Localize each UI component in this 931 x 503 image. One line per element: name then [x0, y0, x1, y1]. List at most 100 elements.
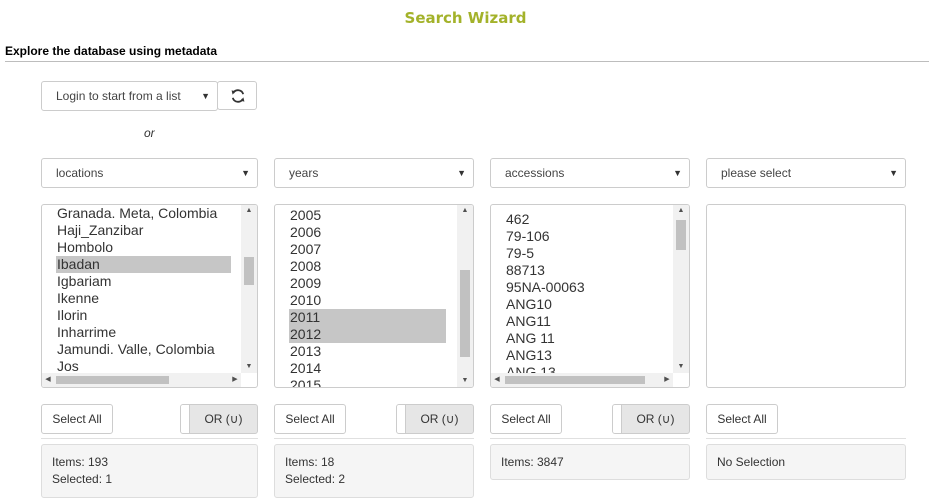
chevron-down-icon: ▼	[457, 168, 466, 178]
divider	[706, 438, 906, 439]
accessions-or-toggle[interactable]: OR (∪)	[612, 404, 690, 434]
scroll-up-icon[interactable]: ▲	[457, 205, 473, 217]
list-item[interactable]: ANG 11	[505, 330, 585, 347]
list-item[interactable]: 2014	[289, 360, 446, 377]
scroll-up-icon[interactable]: ▲	[241, 205, 257, 217]
accessions-select-all-button[interactable]: Select All	[490, 404, 562, 434]
scroll-down-icon[interactable]: ▼	[241, 361, 257, 373]
category-select-all-button[interactable]: Select All	[706, 404, 778, 434]
locations-info-panel: Items: 193 Selected: 1	[41, 444, 258, 498]
list-item[interactable]: Granada. Meta, Colombia	[56, 205, 231, 222]
list-item[interactable]: 79-106	[505, 228, 585, 245]
list-item[interactable]: 95NA-00063	[505, 279, 585, 296]
list-item[interactable]: 88713	[505, 262, 585, 279]
no-selection-text: No Selection	[717, 455, 786, 469]
refresh-icon	[231, 89, 245, 103]
list-item[interactable]: 79-5	[505, 245, 585, 262]
scroll-up-icon[interactable]: ▲	[673, 205, 689, 217]
list-select-value: Login to start from a list	[56, 89, 181, 103]
list-item[interactable]: ANG10	[505, 296, 585, 313]
locations-dropdown[interactable]: locations ▼	[41, 158, 258, 188]
category-dropdown[interactable]: please select ▼	[706, 158, 906, 188]
list-item[interactable]: ANG13	[505, 347, 585, 364]
list-item-selected[interactable]: Ibadan	[56, 256, 231, 273]
list-item[interactable]: 2005	[289, 207, 446, 224]
locations-or-toggle[interactable]: OR (∪)	[180, 404, 258, 434]
category-listbox[interactable]	[706, 204, 906, 388]
scroll-thumb[interactable]	[244, 257, 254, 285]
items-count: Items: 3847	[501, 455, 564, 469]
toggle-knob	[613, 405, 622, 433]
scroll-right-icon[interactable]: ▶	[661, 373, 673, 387]
scroll-down-icon[interactable]: ▼	[673, 361, 689, 373]
years-dropdown-value: years	[289, 166, 319, 180]
scroll-right-icon[interactable]: ▶	[229, 373, 241, 387]
toggle-label: OR (∪)	[420, 412, 459, 426]
list-item[interactable]: Ilorin	[56, 307, 231, 324]
toggle-knob	[181, 405, 190, 433]
toggle-knob	[397, 405, 406, 433]
selected-count: Selected: 1	[52, 472, 113, 486]
list-item[interactable]: Ikenne	[56, 290, 231, 307]
page-title: Search Wizard	[404, 9, 527, 27]
divider	[41, 438, 258, 439]
list-item[interactable]: 2013	[289, 343, 446, 360]
scroll-thumb[interactable]	[460, 270, 470, 357]
scroll-down-icon[interactable]: ▼	[457, 375, 473, 387]
selected-count: Selected: 2	[285, 472, 346, 486]
list-select[interactable]: Login to start from a list ▼	[41, 81, 218, 111]
locations-select-all-button[interactable]: Select All	[41, 404, 113, 434]
refresh-button[interactable]	[217, 81, 257, 110]
list-item[interactable]: Igbariam	[56, 273, 231, 290]
scroll-thumb[interactable]	[56, 376, 169, 384]
locations-dropdown-value: locations	[56, 166, 104, 180]
list-item[interactable]: ANG11	[505, 313, 585, 330]
years-select-all-button[interactable]: Select All	[274, 404, 346, 434]
list-item[interactable]: Hombolo	[56, 239, 231, 256]
list-item[interactable]: 462	[505, 211, 585, 228]
locations-listbox[interactable]: Granada. Meta, Colombia Haji_Zanzibar Ho…	[41, 204, 258, 388]
list-item[interactable]: 2006	[289, 224, 446, 241]
scroll-thumb[interactable]	[505, 376, 645, 384]
page-subtitle: Explore the database using metadata	[5, 44, 218, 58]
chevron-down-icon: ▼	[241, 168, 250, 178]
vertical-scrollbar[interactable]: ▲ ▼	[457, 205, 473, 387]
list-item[interactable]: 2009	[289, 275, 446, 292]
category-dropdown-value: please select	[721, 166, 792, 180]
accessions-dropdown-value: accessions	[505, 166, 565, 180]
scroll-left-icon[interactable]: ◀	[42, 373, 54, 387]
toggle-label: OR (∪)	[636, 412, 675, 426]
or-label: or	[144, 126, 155, 140]
vertical-scrollbar[interactable]: ▲ ▼	[241, 205, 257, 373]
items-count: Items: 193	[52, 455, 109, 469]
years-listbox[interactable]: 2005 2006 2007 2008 2009 2010 2011 2012 …	[274, 204, 474, 388]
list-item[interactable]: Jamundi. Valle, Colombia	[56, 341, 231, 358]
accessions-dropdown[interactable]: accessions ▼	[490, 158, 690, 188]
divider	[274, 438, 474, 439]
accessions-info-panel: Items: 3847	[490, 444, 690, 480]
list-item[interactable]: 2015	[289, 377, 446, 387]
accessions-listbox[interactable]: 462 79-106 79-5 88713 95NA-00063 ANG10 A…	[490, 204, 690, 388]
horizontal-scrollbar[interactable]: ◀ ▶	[42, 373, 241, 387]
list-item-selected[interactable]: 2012	[289, 326, 446, 343]
toggle-label: OR (∪)	[204, 412, 243, 426]
scroll-left-icon[interactable]: ◀	[491, 373, 503, 387]
items-count: Items: 18	[285, 455, 335, 469]
list-item[interactable]: 2010	[289, 292, 446, 309]
list-item[interactable]: 2008	[289, 258, 446, 275]
chevron-down-icon: ▼	[201, 91, 210, 101]
years-dropdown[interactable]: years ▼	[274, 158, 474, 188]
years-or-toggle[interactable]: OR (∪)	[396, 404, 474, 434]
vertical-scrollbar[interactable]: ▲ ▼	[673, 205, 689, 373]
header-divider	[5, 61, 929, 62]
years-info-panel: Items: 18 Selected: 2	[274, 444, 474, 498]
horizontal-scrollbar[interactable]: ◀ ▶	[491, 373, 673, 387]
category-info-panel: No Selection	[706, 444, 906, 480]
list-item[interactable]: Haji_Zanzibar	[56, 222, 231, 239]
list-item-selected[interactable]: 2011	[289, 309, 446, 326]
chevron-down-icon: ▼	[889, 168, 898, 178]
divider	[490, 438, 690, 439]
list-item[interactable]: Inharrime	[56, 324, 231, 341]
scroll-thumb[interactable]	[676, 220, 686, 250]
list-item[interactable]: 2007	[289, 241, 446, 258]
